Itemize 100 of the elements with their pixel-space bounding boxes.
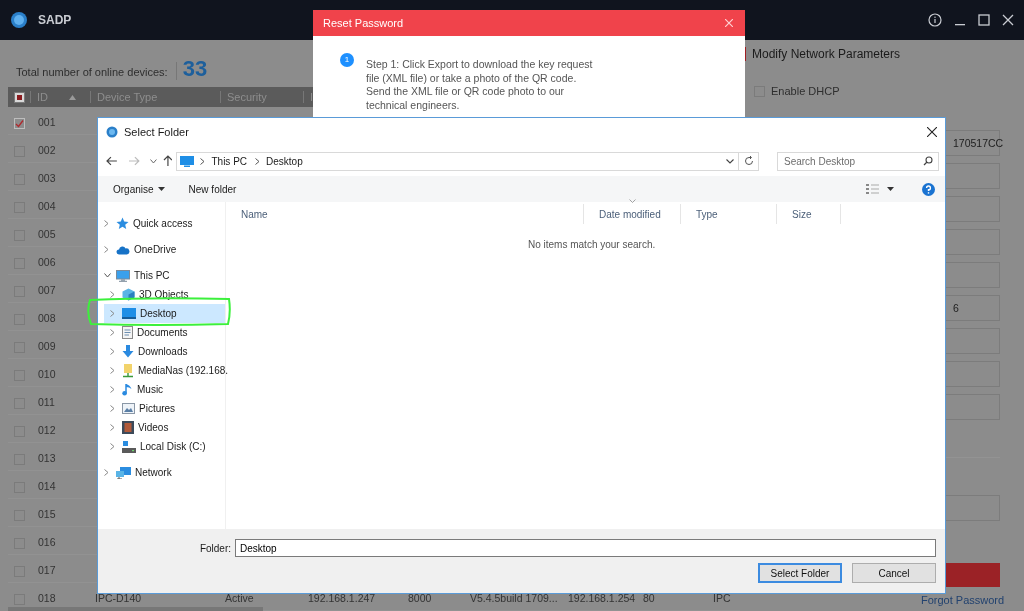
chevron-right-icon[interactable] — [110, 291, 115, 298]
device-count-label: Total number of online devices: — [16, 64, 168, 80]
chevron-right-icon[interactable] — [104, 246, 109, 253]
tree-item[interactable]: Desktop — [104, 304, 225, 323]
monitor-icon — [180, 155, 195, 167]
refresh-button[interactable] — [739, 151, 759, 171]
tree-item[interactable]: Local Disk (C:) — [104, 437, 225, 456]
table-cell: 013 — [38, 452, 56, 465]
picture-icon — [122, 403, 135, 414]
close-icon[interactable] — [927, 127, 937, 137]
row-checkbox[interactable] — [13, 117, 25, 129]
table-cell: 8000 — [408, 592, 432, 605]
section-title: Modify Network Parameters — [752, 46, 901, 63]
column-header[interactable]: Date modified — [599, 206, 661, 222]
maximize-icon[interactable] — [978, 14, 990, 26]
chevron-right-icon[interactable] — [110, 405, 115, 412]
star-icon — [116, 217, 129, 230]
table-cell: Active — [225, 592, 254, 605]
caret-icon[interactable] — [887, 187, 894, 191]
chevron-right-icon[interactable] — [110, 443, 115, 450]
chevron-right-icon — [255, 157, 261, 165]
sort-arrow-icon[interactable] — [69, 94, 76, 100]
table-cell: 004 — [38, 200, 56, 213]
app-title: SADP — [38, 12, 72, 29]
help-icon[interactable] — [922, 182, 935, 196]
table-cell: 008 — [38, 312, 56, 325]
monitor-icon — [116, 269, 130, 282]
chevron-right-icon[interactable] — [104, 469, 109, 476]
table-cell: 006 — [38, 256, 56, 269]
dialog-title: Select Folder — [124, 124, 189, 140]
table-cell: 012 — [38, 424, 56, 437]
column-header[interactable]: Name — [241, 206, 268, 222]
app-logo-icon — [10, 11, 28, 29]
dialog-button[interactable]: Cancel — [852, 563, 936, 583]
cube-icon — [122, 288, 135, 301]
address-bar[interactable]: This PC Desktop — [176, 151, 740, 171]
step-instructions: Step 1: Click Export to download the key request file (XML file) or take a photo of the QR code. Send the XML file or QR code photo to our technical engineers. — [366, 58, 594, 113]
folder-label: Folder: — [198, 541, 232, 556]
toolbar-button[interactable]: Organise — [113, 181, 165, 197]
caret-icon — [157, 187, 165, 191]
dhcp-label: Enable DHCP — [771, 84, 840, 99]
chevron-down-icon[interactable] — [104, 273, 111, 278]
empty-message: No items match your search. — [528, 238, 657, 252]
chevron-right-icon[interactable] — [110, 386, 115, 393]
chevron-right-icon[interactable] — [110, 367, 115, 374]
refresh-icon — [743, 156, 754, 166]
download-arrow-icon — [122, 345, 134, 358]
folder-field[interactable]: Desktop — [235, 539, 936, 557]
table-cell: 001 — [38, 116, 56, 129]
tree-item[interactable]: Videos — [104, 418, 225, 437]
breadcrumb-item[interactable]: This PC — [211, 153, 248, 169]
chevron-right-icon[interactable] — [110, 310, 115, 317]
toolbar-button[interactable]: New folder — [188, 181, 237, 197]
table-cell: IPC-D140 — [95, 592, 142, 605]
column-header[interactable]: Type — [696, 206, 718, 222]
chevron-right-icon[interactable] — [104, 220, 109, 227]
disk-drive-icon — [122, 440, 136, 453]
chevron-down-icon[interactable] — [726, 158, 735, 164]
tree-item[interactable]: Documents — [104, 323, 225, 342]
tree-item[interactable]: This PC — [98, 266, 225, 285]
select-all-checkbox[interactable] — [13, 91, 25, 103]
dialog-button[interactable]: Select Folder — [758, 563, 842, 583]
chevron-right-icon[interactable] — [110, 329, 115, 336]
forward-arrow-icon[interactable] — [127, 156, 140, 166]
table-cell: 015 — [38, 508, 56, 521]
tree-item[interactable]: OneDrive — [98, 240, 225, 259]
network-drive-icon — [122, 363, 134, 378]
network-icon — [116, 466, 131, 479]
info-icon[interactable] — [928, 13, 942, 27]
view-options-icon[interactable] — [866, 184, 879, 194]
tree-item[interactable]: Pictures — [104, 399, 225, 418]
up-arrow-icon[interactable] — [162, 155, 173, 167]
chevron-right-icon — [200, 157, 206, 165]
document-icon — [122, 326, 133, 339]
search-icon[interactable] — [923, 156, 933, 166]
table-cell: V5.4.5build 1709... — [470, 592, 558, 605]
back-arrow-icon[interactable] — [106, 156, 118, 166]
column-header[interactable]: Size — [792, 206, 812, 222]
tree-item[interactable]: MediaNas (192.168. — [104, 361, 225, 380]
table-cell: 016 — [38, 536, 56, 549]
tree-item[interactable]: Network — [98, 463, 225, 482]
table-cell: 80 — [643, 592, 655, 605]
chevron-right-icon[interactable] — [110, 348, 115, 355]
chevron-right-icon[interactable] — [110, 424, 115, 431]
table-cell: 018 — [38, 592, 56, 605]
table-cell: 010 — [38, 368, 56, 381]
search-field[interactable]: Search Desktop — [777, 151, 939, 171]
tree-item[interactable]: Music — [104, 380, 225, 399]
music-note-icon — [122, 383, 133, 396]
dialog-title: Reset Password — [323, 15, 404, 31]
breadcrumb-item[interactable]: Desktop — [266, 153, 303, 169]
device-count: 33 — [182, 58, 208, 80]
tree-item[interactable]: Downloads — [104, 342, 225, 361]
desktop-icon — [122, 308, 136, 319]
cloud-icon — [116, 244, 130, 255]
tree-item[interactable]: Quick access — [98, 214, 225, 233]
step-number: 1 — [340, 53, 354, 67]
table-cell: 003 — [38, 172, 56, 185]
table-cell: 011 — [38, 396, 55, 409]
film-icon — [122, 421, 134, 434]
